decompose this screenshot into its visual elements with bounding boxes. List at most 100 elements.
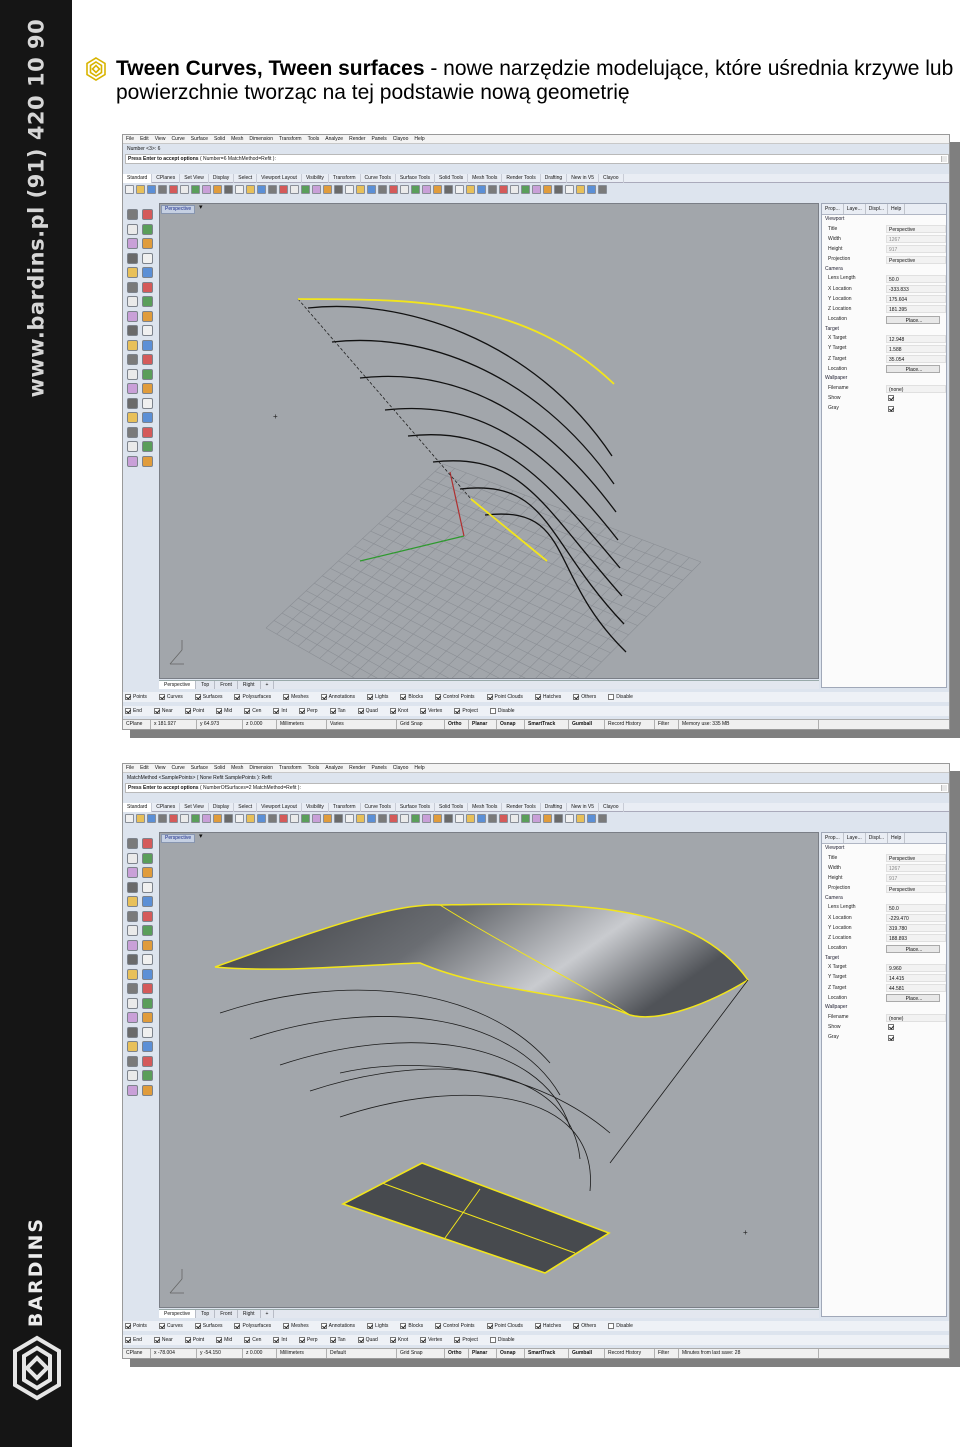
prop-value[interactable]: 44.581 xyxy=(886,984,946,993)
toolbar-tab[interactable]: Surface Tools xyxy=(396,174,436,183)
checkbox[interactable] xyxy=(367,1322,374,1329)
toolbar-icon[interactable] xyxy=(543,814,552,823)
menu-item[interactable]: Edit xyxy=(137,764,152,773)
panel-tab[interactable]: Prop... xyxy=(822,204,844,214)
menu-item[interactable]: Analyze xyxy=(322,764,346,773)
viewport-tab[interactable]: + xyxy=(261,1310,275,1318)
checkbox[interactable] xyxy=(486,1322,493,1329)
filter-item[interactable]: Disable xyxy=(489,706,521,716)
tool-icon[interactable] xyxy=(127,881,138,893)
panel-tab[interactable]: Prop... xyxy=(822,833,844,843)
checkbox[interactable] xyxy=(184,1336,191,1343)
checkbox[interactable] xyxy=(283,693,290,700)
toolbar-icon[interactable] xyxy=(279,185,288,194)
toolbar-icon[interactable] xyxy=(224,814,233,823)
checkbox[interactable] xyxy=(888,1034,894,1041)
filter-item[interactable]: Surfaces xyxy=(194,692,229,702)
toolbar-icon[interactable] xyxy=(532,185,541,194)
tool-icon[interactable] xyxy=(127,939,138,951)
toolbar-icon[interactable] xyxy=(224,185,233,194)
viewport-menu-icon[interactable]: ▾ xyxy=(199,833,203,840)
menu-item[interactable]: Curve xyxy=(168,764,187,773)
toolbar-icon[interactable] xyxy=(455,814,464,823)
filter-item[interactable]: Meshes xyxy=(283,1321,315,1331)
filter-item[interactable]: Annotations xyxy=(320,692,361,702)
toolbar-tab[interactable]: Display xyxy=(209,174,235,183)
checkbox[interactable] xyxy=(234,1322,241,1329)
toolbar-icon[interactable] xyxy=(587,814,596,823)
menu-item[interactable]: Analyze xyxy=(322,135,346,144)
checkbox[interactable] xyxy=(357,707,364,714)
filter-item[interactable]: Points xyxy=(125,692,153,702)
tool-icon[interactable] xyxy=(127,426,138,438)
tool-icon[interactable] xyxy=(127,383,138,394)
checkbox[interactable] xyxy=(888,395,894,402)
toolbar-icon[interactable] xyxy=(444,814,453,823)
toolbar-icon[interactable] xyxy=(400,814,409,823)
tool-icon[interactable] xyxy=(127,238,138,249)
filter-item[interactable]: Others xyxy=(573,692,602,702)
checkbox[interactable] xyxy=(573,693,580,700)
toolbar-icon[interactable] xyxy=(598,185,607,194)
tool-icon[interactable] xyxy=(142,383,153,394)
tool-icon[interactable] xyxy=(127,910,138,922)
tool-icon[interactable] xyxy=(127,838,138,849)
tool-icon[interactable] xyxy=(142,954,153,965)
toolbar-icon[interactable] xyxy=(323,185,332,194)
tool-icon[interactable] xyxy=(142,209,153,220)
filter-item[interactable]: Tan xyxy=(329,1335,352,1345)
checkbox[interactable] xyxy=(400,693,407,700)
checkbox[interactable] xyxy=(454,707,461,714)
tool-icon[interactable] xyxy=(127,412,138,423)
toolbar-icon[interactable] xyxy=(334,185,343,194)
toolbar-icon[interactable] xyxy=(466,185,475,194)
filter-item[interactable]: Cen xyxy=(244,706,267,716)
toolbar-icon[interactable] xyxy=(411,185,420,194)
tool-icon[interactable] xyxy=(127,1012,138,1023)
viewport-title[interactable]: Perspective xyxy=(161,205,196,214)
checkbox[interactable] xyxy=(184,707,191,714)
status-x[interactable]: x -78.004 xyxy=(151,1349,197,1358)
toolbar-icon[interactable] xyxy=(202,814,211,823)
checkbox[interactable] xyxy=(888,1024,894,1031)
prop-value[interactable] xyxy=(886,1034,946,1042)
tool-icon[interactable] xyxy=(142,1070,153,1081)
toolbar-icon[interactable] xyxy=(378,814,387,823)
checkbox[interactable] xyxy=(273,707,280,714)
toolbar-icon[interactable] xyxy=(213,814,222,823)
toolbar-icon[interactable] xyxy=(356,185,365,194)
toolbar-icon[interactable] xyxy=(147,185,156,194)
command-prompt[interactable]: Press Enter to accept options ( Number=6… xyxy=(125,154,949,164)
prop-value[interactable] xyxy=(886,1024,946,1032)
tool-icon[interactable] xyxy=(142,896,153,907)
checkbox[interactable] xyxy=(244,707,251,714)
command-prompt[interactable]: Press Enter to accept options ( NumberOf… xyxy=(125,783,949,793)
checkbox[interactable] xyxy=(435,1322,442,1329)
prop-value[interactable]: 9.960 xyxy=(886,963,946,972)
tool-icon[interactable] xyxy=(127,296,138,307)
prop-value[interactable]: 188.893 xyxy=(886,934,946,943)
filter-item[interactable]: Hatches xyxy=(534,692,567,702)
prop-value[interactable]: 1.588 xyxy=(886,344,946,353)
toolbar-icon[interactable] xyxy=(290,814,299,823)
viewport-tab[interactable]: Front xyxy=(215,1310,238,1318)
toolbar-icon[interactable] xyxy=(587,185,596,194)
tool-icon[interactable] xyxy=(142,983,153,994)
panel-tab[interactable]: Help xyxy=(888,833,906,843)
toolbar-icon[interactable] xyxy=(488,814,497,823)
tool-icon[interactable] xyxy=(127,1026,138,1038)
status-y[interactable]: y -54.150 xyxy=(197,1349,243,1358)
filter-item[interactable]: Disable xyxy=(489,1335,521,1345)
viewport-tab[interactable]: Perspective xyxy=(159,1310,197,1318)
toolbar-icon[interactable] xyxy=(180,185,189,194)
toolbar-icon[interactable] xyxy=(268,814,277,823)
toolbar-tab[interactable]: Clayoo xyxy=(599,803,624,812)
menu-item[interactable]: File xyxy=(123,135,137,144)
tool-icon[interactable] xyxy=(142,1041,153,1052)
toolbar-icon[interactable] xyxy=(477,185,486,194)
toolbar-icon[interactable] xyxy=(510,185,519,194)
toolbar-icon[interactable] xyxy=(169,185,178,194)
tool-icon[interactable] xyxy=(142,339,153,351)
tool-icon[interactable] xyxy=(127,954,138,965)
menu-item[interactable]: File xyxy=(123,764,137,773)
